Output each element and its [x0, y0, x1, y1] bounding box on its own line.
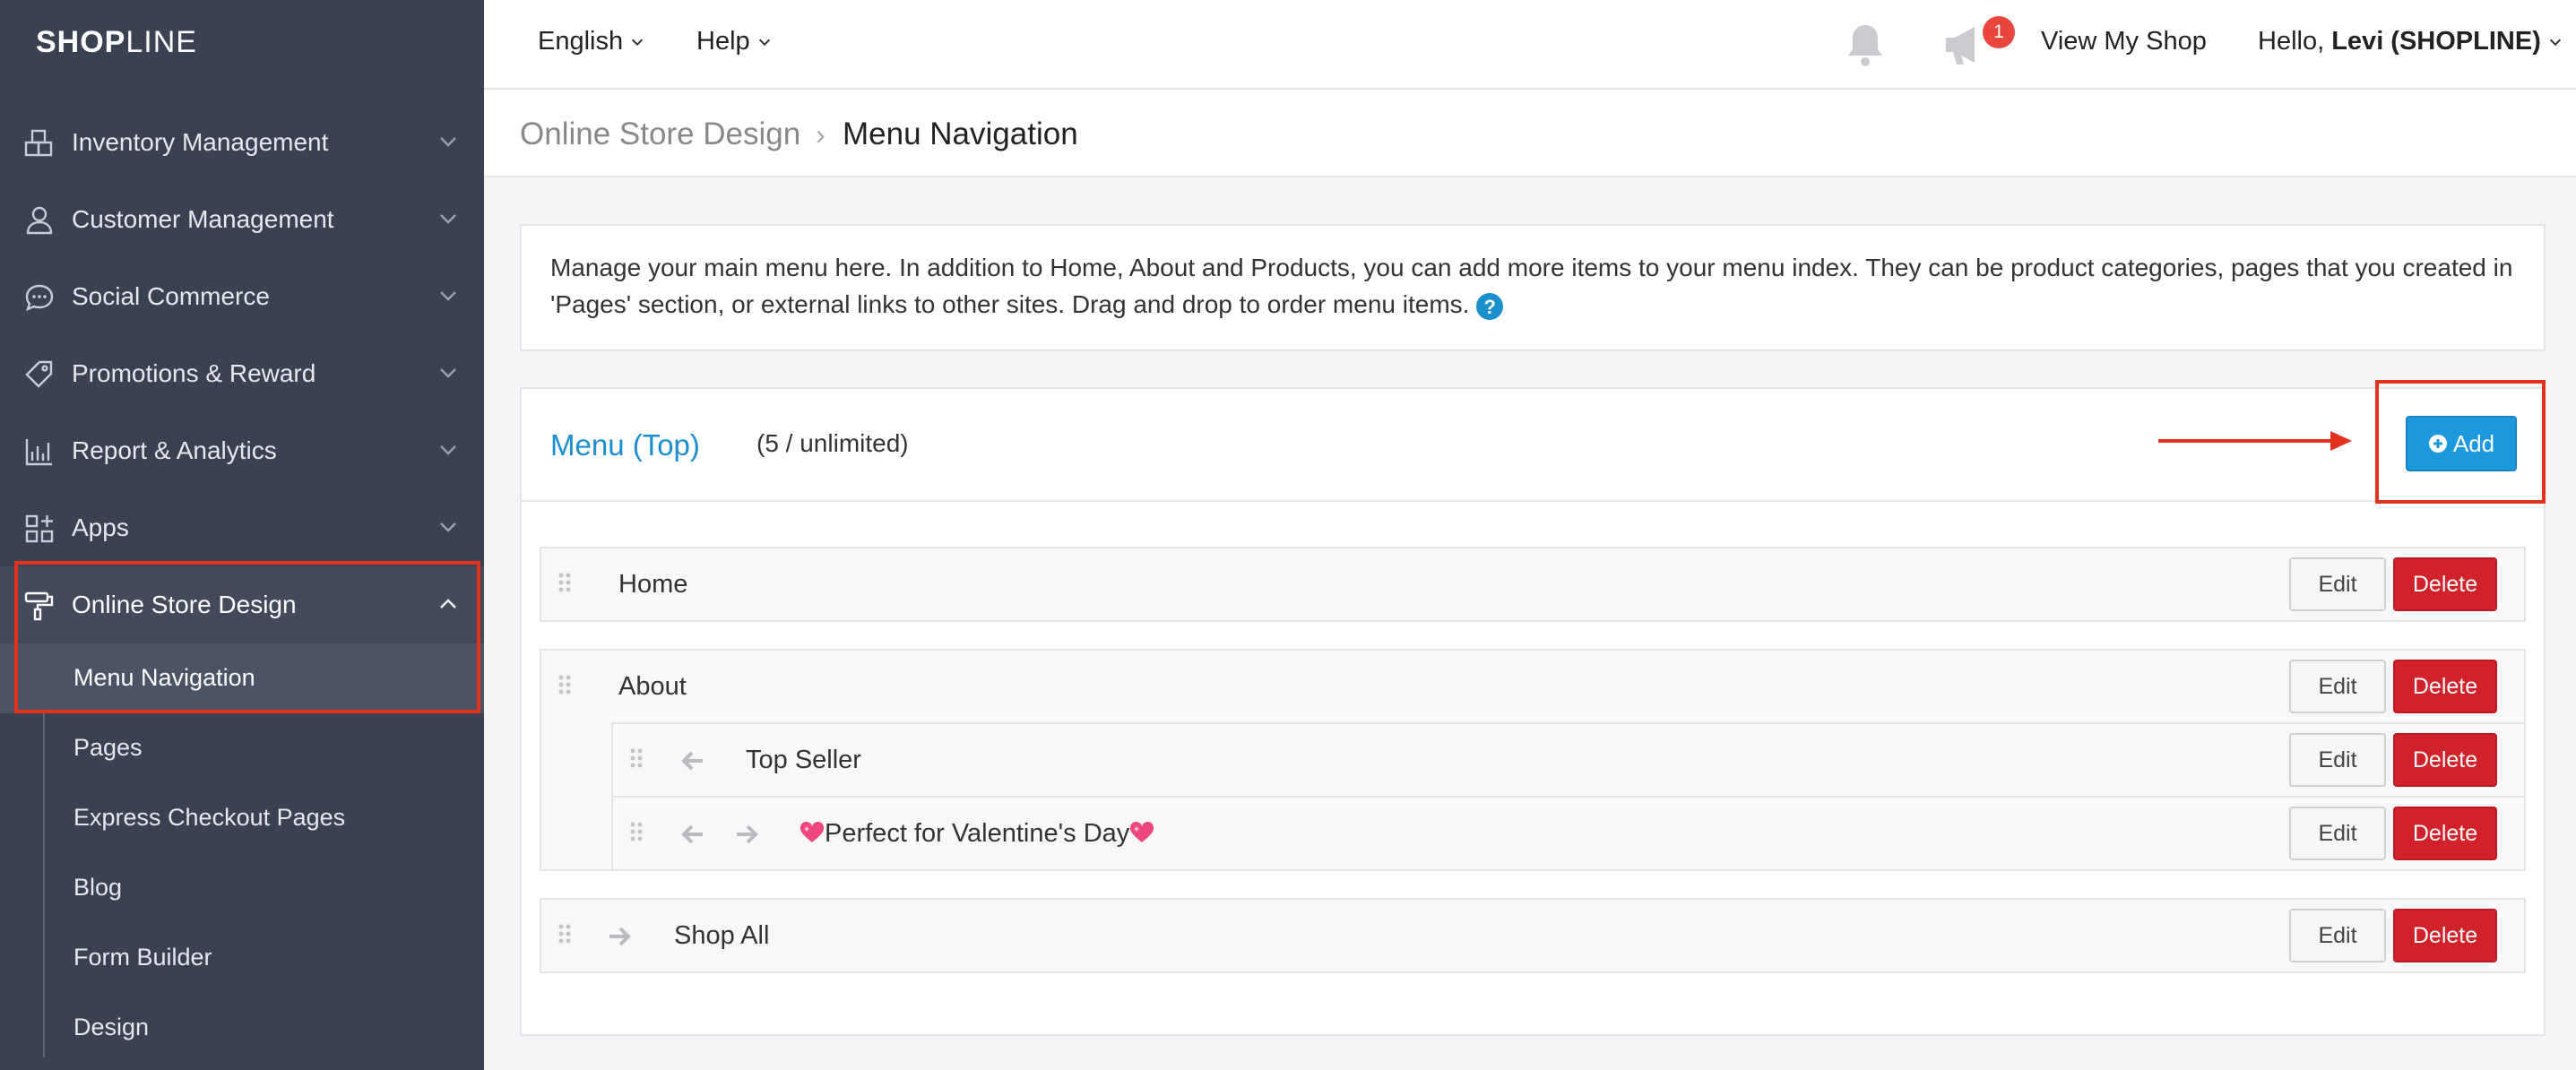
sidebar: SHOPLINE Inventory Management Customer M…	[0, 0, 484, 1070]
menu-title: Menu (Top)	[550, 428, 700, 462]
sidebar-item-social-commerce[interactable]: Social Commerce	[0, 258, 484, 335]
menu-subitem-row[interactable]: Perfect for Valentine's Day Edit Delete	[611, 796, 2526, 871]
sidebar-item-label: Apps	[72, 513, 129, 541]
description-panel: Manage your main menu here. In addition …	[520, 224, 2546, 351]
sidebar-subitem-pages[interactable]: Pages	[0, 713, 484, 783]
tag-icon	[25, 360, 53, 388]
boxes-icon	[24, 129, 53, 157]
sidebar-subitem-design[interactable]: Design	[0, 993, 484, 1063]
chevron-down-icon	[440, 137, 456, 147]
menu-item-label-text: Perfect for Valentine's Day	[825, 819, 1130, 848]
sidebar-subitem-blog[interactable]: Blog	[0, 853, 484, 923]
chart-icon	[25, 439, 52, 466]
menu-item-row[interactable]: Home Edit Delete	[540, 547, 2526, 622]
menu-item-row[interactable]: Shop All Edit Delete	[540, 898, 2526, 973]
drag-handle-icon[interactable]	[629, 821, 644, 842]
chevron-down-icon	[440, 291, 456, 301]
chevron-down-icon	[440, 368, 456, 378]
sidebar-subitem-express-checkout-pages[interactable]: Express Checkout Pages	[0, 783, 484, 853]
panel-divider	[522, 500, 2544, 502]
sidebar-item-inventory-management[interactable]: Inventory Management	[0, 104, 484, 181]
arrow-left-icon[interactable]	[679, 747, 706, 774]
add-button[interactable]: Add	[2406, 416, 2517, 471]
sidebar-subitem-form-builder[interactable]: Form Builder	[0, 923, 484, 993]
edit-button[interactable]: Edit	[2289, 807, 2386, 860]
menu-count: (5 / unlimited)	[756, 429, 909, 457]
edit-button[interactable]: Edit	[2289, 733, 2386, 787]
language-dropdown[interactable]: English	[538, 27, 644, 56]
drag-handle-icon[interactable]	[629, 747, 644, 769]
shopline-logo[interactable]: SHOPLINE	[36, 25, 197, 60]
drag-handle-icon[interactable]	[558, 674, 572, 695]
chevron-down-icon	[758, 39, 770, 47]
sidebar-item-customer-management[interactable]: Customer Management	[0, 181, 484, 258]
sidebar-item-label: Report & Analytics	[72, 436, 277, 464]
edit-button[interactable]: Edit	[2289, 660, 2386, 713]
sidebar-subitem-label: Pages	[73, 734, 143, 761]
help-label: Help	[696, 27, 750, 56]
sparkling-heart-icon	[800, 821, 825, 842]
menu-item-label: Top Seller	[746, 746, 861, 774]
delete-button[interactable]: Delete	[2393, 660, 2497, 713]
sidebar-item-promotions-reward[interactable]: Promotions & Reward	[0, 335, 484, 412]
sidebar-item-report-analytics[interactable]: Report & Analytics	[0, 412, 484, 489]
help-dropdown[interactable]: Help	[696, 27, 772, 56]
arrow-right-icon[interactable]	[606, 923, 633, 950]
sidebar-subitem-label: Express Checkout Pages	[73, 804, 346, 831]
sidebar-item-apps[interactable]: Apps	[0, 489, 484, 566]
notification-badge: 1	[1983, 16, 2015, 48]
add-button-label: Add	[2452, 429, 2495, 457]
delete-button[interactable]: Delete	[2393, 909, 2497, 962]
chevron-down-icon	[632, 39, 644, 47]
delete-button[interactable]: Delete	[2393, 557, 2497, 611]
user-icon	[26, 206, 53, 235]
breadcrumb-separator-icon: ›	[816, 118, 826, 151]
chat-icon	[25, 284, 54, 312]
sidebar-item-label: Customer Management	[72, 205, 334, 233]
top-bar: English Help 1 View My Shop Hello, Levi …	[484, 0, 2576, 90]
plus-circle-icon	[2428, 435, 2447, 453]
user-menu[interactable]: Hello, Levi (SHOPLINE)	[2258, 27, 2563, 56]
sidebar-subitem-label: Design	[73, 1014, 150, 1040]
page-title: Menu Navigation	[843, 116, 1078, 151]
drag-handle-icon[interactable]	[558, 572, 572, 593]
greeting-text: Hello,	[2258, 27, 2325, 56]
delete-button[interactable]: Delete	[2393, 807, 2497, 860]
edit-button[interactable]: Edit	[2289, 909, 2386, 962]
bell-icon[interactable]	[1842, 22, 1889, 70]
view-my-shop-link[interactable]: View My Shop	[2041, 27, 2207, 56]
menu-item-label: Shop All	[674, 921, 770, 950]
help-icon[interactable]: ?	[1476, 292, 1504, 320]
description-text: Manage your main menu here. In addition …	[550, 254, 2513, 318]
drag-handle-icon[interactable]	[558, 923, 572, 945]
arrow-left-icon[interactable]	[679, 821, 706, 848]
menu-item-label: About	[618, 672, 687, 701]
sidebar-subitem-label: Blog	[73, 874, 123, 901]
apps-grid-icon	[25, 514, 54, 543]
breadcrumb: Online Store Design › Menu Navigation	[484, 90, 2576, 177]
sidebar-item-label: Promotions & Reward	[72, 359, 316, 387]
menu-item-label: Home	[618, 570, 688, 599]
chevron-down-icon	[440, 445, 456, 455]
sidebar-item-label: Social Commerce	[72, 282, 270, 310]
sparkling-heart-icon	[1130, 821, 1154, 842]
delete-button[interactable]: Delete	[2393, 733, 2497, 787]
menu-subitem-row[interactable]: Top Seller Edit Delete	[611, 722, 2526, 798]
sidebar-subitem-label: Form Builder	[73, 944, 212, 971]
edit-button[interactable]: Edit	[2289, 557, 2386, 611]
chevron-down-icon	[440, 214, 456, 224]
language-label: English	[538, 27, 624, 56]
sidebar-item-label: Inventory Management	[72, 128, 329, 156]
highlight-box-sidebar	[14, 561, 480, 713]
user-name: Levi (SHOPLINE)	[2331, 27, 2541, 56]
chevron-down-icon	[2549, 39, 2561, 47]
menu-item-label: Perfect for Valentine's Day	[800, 819, 1154, 849]
arrow-right-icon[interactable]	[733, 821, 760, 848]
chevron-down-icon	[440, 522, 456, 532]
breadcrumb-parent[interactable]: Online Store Design	[520, 116, 800, 152]
annotation-arrow-icon	[2158, 431, 2352, 451]
